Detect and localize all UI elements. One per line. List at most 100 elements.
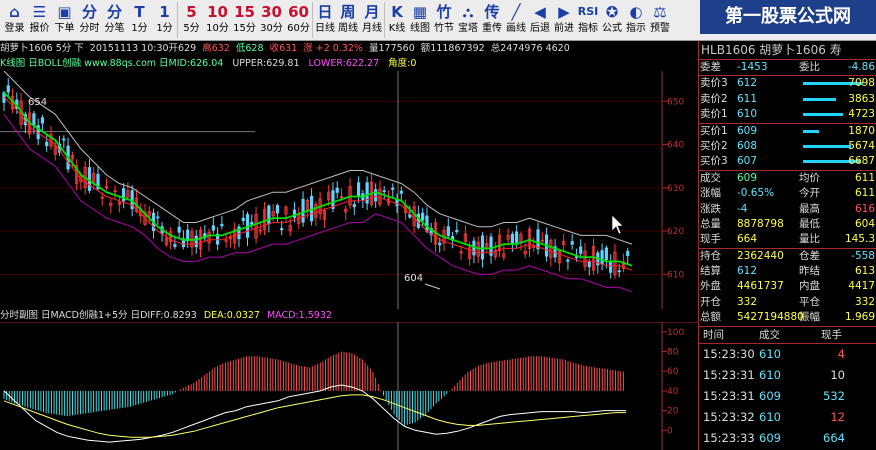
candle-body [32,113,36,127]
tick-row[interactable]: 15:23:33 609 664 [699,428,876,449]
toolbar-button-7[interactable]: 5 5分 [177,2,205,38]
tick-row[interactable]: 15:23:31 609 532 [699,386,876,407]
toolbar-label: 分笔 [104,23,125,34]
toolbar-button-8[interactable]: 10 10分 [204,2,231,38]
tick-time: 15:23:30 [703,346,755,361]
watermark-text: 第一股票公式网 [725,6,851,27]
toolbar-button-6[interactable]: 1 1分 [152,2,177,38]
toolbar-icon: 月 [364,3,380,21]
macd-name: 分时副图 日MACD创融1+5分 日DIFF:0.8293 [0,310,197,321]
book-label: 买价1 [700,124,728,137]
book-volume: 7098 [848,77,875,90]
stat-label: 成交 [700,171,721,184]
book-price: 611 [737,92,758,105]
toolbar-label: 1分 [156,23,173,34]
toolbar-button-15[interactable]: K K线 [384,2,409,38]
macd-chart[interactable]: 100 80 60 40 20 0 [0,322,698,450]
toolbar-icon: 分 [81,3,97,21]
candle-body [446,226,450,236]
oi-value: 总2474976 4620 [490,43,570,54]
date-open: 20151113 10:30开629 [89,43,197,54]
toolbar-button-0[interactable]: ⌂ 登录 [2,2,27,38]
tick-time: 15:23:31 [703,388,755,403]
candle-body [455,229,459,233]
toolbar-button-24[interactable]: ✪ 公式 [600,2,624,38]
toolbar-button-3[interactable]: 分分时 [77,2,102,38]
candle-body [421,212,425,221]
bid-row[interactable]: 买价3 607 6687 [699,154,876,169]
candle-body [510,233,514,244]
toolbar-icon: 竹 [436,3,452,21]
stat-label: 今开 [799,187,820,200]
book-price: 612 [737,77,758,90]
toolbar-button-10[interactable]: 30 30分 [258,2,285,38]
kline-chart[interactable]: 650 640 630 620 610 654 604 [0,71,698,309]
candle-body [173,244,177,247]
tick-list[interactable]: 15:23:30 610 4 15:23:31 610 10 15:23:31 609 532 1… [699,344,876,450]
book-price: 608 [737,139,758,152]
toolbar-label: 画线 [506,23,526,34]
tick-row[interactable]: 15:23:30 610 4 [699,344,876,365]
toolbar-button-22[interactable]: ▶ 前进 [552,2,576,38]
stat-label: 结算 [700,265,721,278]
candle-body [250,222,254,225]
weicha-value: -1453 [737,61,768,73]
tick-price-header: 成交 [759,328,780,341]
toolbar-button-12[interactable]: 日日线 [312,2,337,38]
tick-row[interactable]: 15:23:32 610 12 [699,407,876,428]
toolbar-button-17[interactable]: 竹竹节 [432,2,456,38]
stat-label: 最高 [799,202,820,215]
boll-name: K线图 日BOLL创融 www.88qs.com 日MID:626.04 [0,58,224,69]
toolbar-button-11[interactable]: 60 60分 [285,2,312,38]
stat-value: 5427194880 [737,311,804,324]
y-tick-label: 620 [667,227,684,237]
toolbar-button-9[interactable]: 15 15分 [231,2,258,38]
tick-time-header: 时间 [703,328,724,341]
toolbar-button-20[interactable]: ╱ 画线 [504,2,528,38]
ask-row[interactable]: 卖价3 612 7098 [699,76,876,91]
toolbar-button-21[interactable]: ◀ 后退 [528,2,552,38]
toolbar-button-14[interactable]: 月月线 [360,2,384,38]
toolbar-button-23[interactable]: RSI 指标 [576,2,600,38]
toolbar-button-5[interactable]: T 1分 [127,2,152,38]
ask-book: 卖价3 612 7098 卖价2 611 3863 卖价1 610 4723 [699,76,876,124]
toolbar-button-2[interactable]: ▣ 下单 [52,2,77,38]
stat-label: 开仓 [700,295,721,308]
candle-body [45,141,49,147]
toolbar-button-25[interactable]: ◐ 指示 [624,2,648,38]
stat-value: 611 [854,187,875,200]
stat-label: 持仓 [700,249,721,262]
stat-row: 现手 664 量比 145.3 [699,232,876,249]
ask-row[interactable]: 卖价2 611 3863 [699,92,876,107]
tick-hand-header: 现手 [821,328,842,341]
stat-value: 613 [854,265,875,278]
tick-row[interactable]: 15:23:31 610 10 [699,365,876,386]
toolbar-icon: ✪ [605,3,619,21]
toolbar-button-13[interactable]: 周周线 [336,2,360,38]
tick-header: 时间 成交 现手 [699,325,876,344]
toolbar-label: 线图 [410,23,430,34]
toolbar-label: 公式 [602,23,622,34]
toolbar-label: K线 [388,23,406,34]
toolbar-label: 分时 [79,23,100,34]
bid-row[interactable]: 买价1 609 1870 [699,124,876,139]
toolbar-button-16[interactable]: ▦ 线图 [408,2,432,38]
toolbar-button-1[interactable]: ☰ 报价 [27,2,52,38]
toolbar-icon: 日 [317,3,333,21]
book-label: 卖价1 [700,108,728,121]
ask-row[interactable]: 卖价1 610 4723 [699,107,876,122]
stat-value: -4 [737,202,748,215]
stat-label: 量比 [799,233,820,246]
stat-row: 总量 8878798 最低 604 [699,217,876,232]
toolbar-button-4[interactable]: 分分笔 [102,2,127,38]
toolbar-button-26[interactable]: ⚖ 预警 [648,2,672,38]
toolbar-button-18[interactable]: ⛬ 宝塔 [456,2,480,38]
tick-price: 609 [759,388,781,403]
toolbar-icon: ╱ [511,3,521,21]
tick-hand: 12 [830,409,845,424]
candle-body [40,117,45,124]
toolbar-button-19[interactable]: 传重传 [480,2,504,38]
toolbar-label: 竹节 [434,23,454,34]
bid-row[interactable]: 买价2 608 5674 [699,139,876,154]
toolbar-icon: 传 [484,3,500,21]
